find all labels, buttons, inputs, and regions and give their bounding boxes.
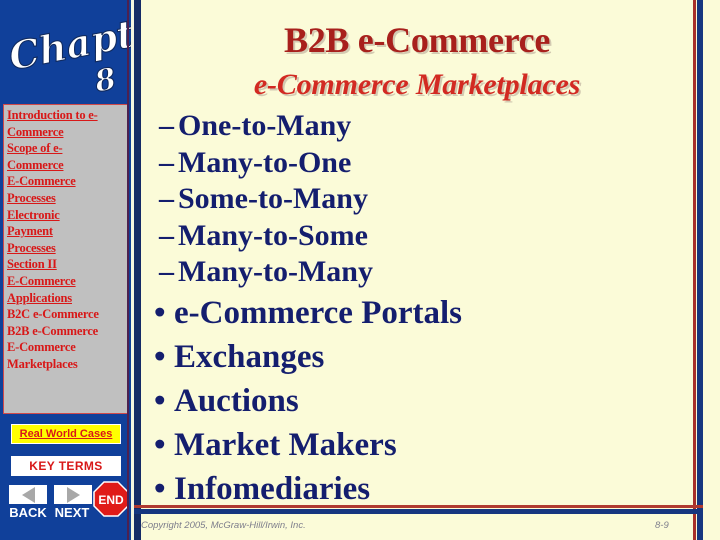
toc-item-marketplaces[interactable]: Marketplaces <box>7 356 125 373</box>
main-bullet-label: Market Makers <box>174 426 397 463</box>
toc-item-e-commerce-3[interactable]: E-Commerce <box>7 339 125 356</box>
main-bullet-label: Infomediaries <box>174 470 371 507</box>
triangle-left-icon <box>21 486 35 503</box>
copyright-notice: Copyright 2005, McGraw-Hill/Irwin, Inc. <box>141 520 306 531</box>
dash-marker: – <box>159 145 174 179</box>
bullet-marker: • <box>154 382 166 419</box>
toc-item-section-ii[interactable]: Section II <box>7 256 125 273</box>
main-bullet-item: • e-Commerce Portals <box>141 291 693 335</box>
toc-item-processes-2[interactable]: Processes <box>7 240 125 257</box>
edge-stripe-red <box>693 0 696 540</box>
triangle-right-icon <box>66 486 80 503</box>
toc-item-b2b-e-commerce[interactable]: B2B e-Commerce <box>7 323 125 340</box>
slide-title: B2B e-Commerce <box>283 20 551 60</box>
bullet-marker: • <box>154 426 166 463</box>
toc-item-scope-of-e[interactable]: Scope of e- <box>7 140 125 157</box>
page-number: 8-9 <box>655 520 669 531</box>
sub-bullet-item: – One-to-Many <box>141 108 693 145</box>
toc-item-processes[interactable]: Processes <box>7 190 125 207</box>
dash-marker: – <box>159 182 174 215</box>
key-terms-button[interactable]: KEY TERMS <box>11 456 121 476</box>
back-button-label: BACK <box>9 505 47 520</box>
sub-bullet-label: Many-to-One <box>178 145 352 179</box>
toc-item-b2c-e-commerce[interactable]: B2C e-Commerce <box>7 306 125 323</box>
sub-bullet-label: One-to-Many <box>178 109 352 142</box>
chapter-script-art: Chapter 8 <box>0 0 131 102</box>
bullet-marker: • <box>154 294 166 331</box>
sub-bullet-item: – Many-to-Many <box>141 254 693 291</box>
toc-item-electronic[interactable]: Electronic <box>7 207 125 224</box>
dash-marker: – <box>159 255 174 288</box>
footer-rule-navy <box>134 509 703 514</box>
svg-text:END: END <box>98 493 124 507</box>
divider-stripe-plum <box>127 0 129 540</box>
toc-item-commerce-2[interactable]: Commerce <box>7 157 125 174</box>
sub-bullet-label: Many-to-Many <box>178 255 373 288</box>
key-terms-label: KEY TERMS <box>29 459 103 473</box>
bullet-marker: • <box>154 338 166 375</box>
sub-bullet-item: – Many-to-Some <box>141 218 693 255</box>
dash-marker: – <box>159 218 174 252</box>
sub-bullet-label: Many-to-Some <box>178 218 368 252</box>
end-button[interactable]: END <box>93 481 129 517</box>
main-bullet-item: • Auctions <box>141 379 693 423</box>
edge-stripe-navy <box>697 0 703 540</box>
real-world-cases-label: Real World Cases <box>19 428 113 440</box>
bullet-list: – One-to-Many – Many-to-One – Some-to-Many … <box>141 108 693 511</box>
main-bullet-label: e-Commerce Portals <box>174 294 462 331</box>
real-world-cases-button[interactable]: Real World Cases <box>11 424 121 444</box>
sub-bullet-item: – Some-to-Many <box>141 181 693 218</box>
main-bullet-item: • Infomediaries <box>141 467 693 511</box>
slide-canvas: Chapter 8 Introduction to e- Commerce Sc… <box>0 0 720 540</box>
main-bullet-label: Exchanges <box>174 338 325 375</box>
dash-marker: – <box>159 109 174 142</box>
main-bullet-item: • Exchanges <box>141 335 693 379</box>
next-button[interactable] <box>54 485 92 504</box>
toc-item-commerce[interactable]: Commerce <box>7 124 125 141</box>
slide-content-area: B2B e-Commerce e-Commerce Marketplaces –… <box>141 0 693 540</box>
bullet-marker: • <box>154 470 166 507</box>
sub-bullet-label: Some-to-Many <box>178 182 368 215</box>
toc-item-e-commerce-2[interactable]: E-Commerce <box>7 273 125 290</box>
toc-item-payment[interactable]: Payment <box>7 223 125 240</box>
sub-bullet-item: – Many-to-One <box>141 145 693 182</box>
slide-subtitle: e-Commerce Marketplaces <box>253 68 581 101</box>
toc-item-applications[interactable]: Applications <box>7 290 125 307</box>
back-button[interactable] <box>9 485 47 504</box>
main-bullet-label: Auctions <box>174 382 299 419</box>
next-button-label: NEXT <box>54 505 90 520</box>
toc-item-e-commerce[interactable]: E-Commerce <box>7 173 125 190</box>
table-of-contents-box: Introduction to e- Commerce Scope of e- … <box>3 104 128 414</box>
main-bullet-item: • Market Makers <box>141 423 693 467</box>
divider-stripe-navy <box>134 0 141 540</box>
sidebar-navigation-panel: Chapter 8 Introduction to e- Commerce Sc… <box>0 0 131 540</box>
footer-rule-red <box>134 505 703 508</box>
toc-item-introduction-to-e[interactable]: Introduction to e- <box>7 107 125 124</box>
